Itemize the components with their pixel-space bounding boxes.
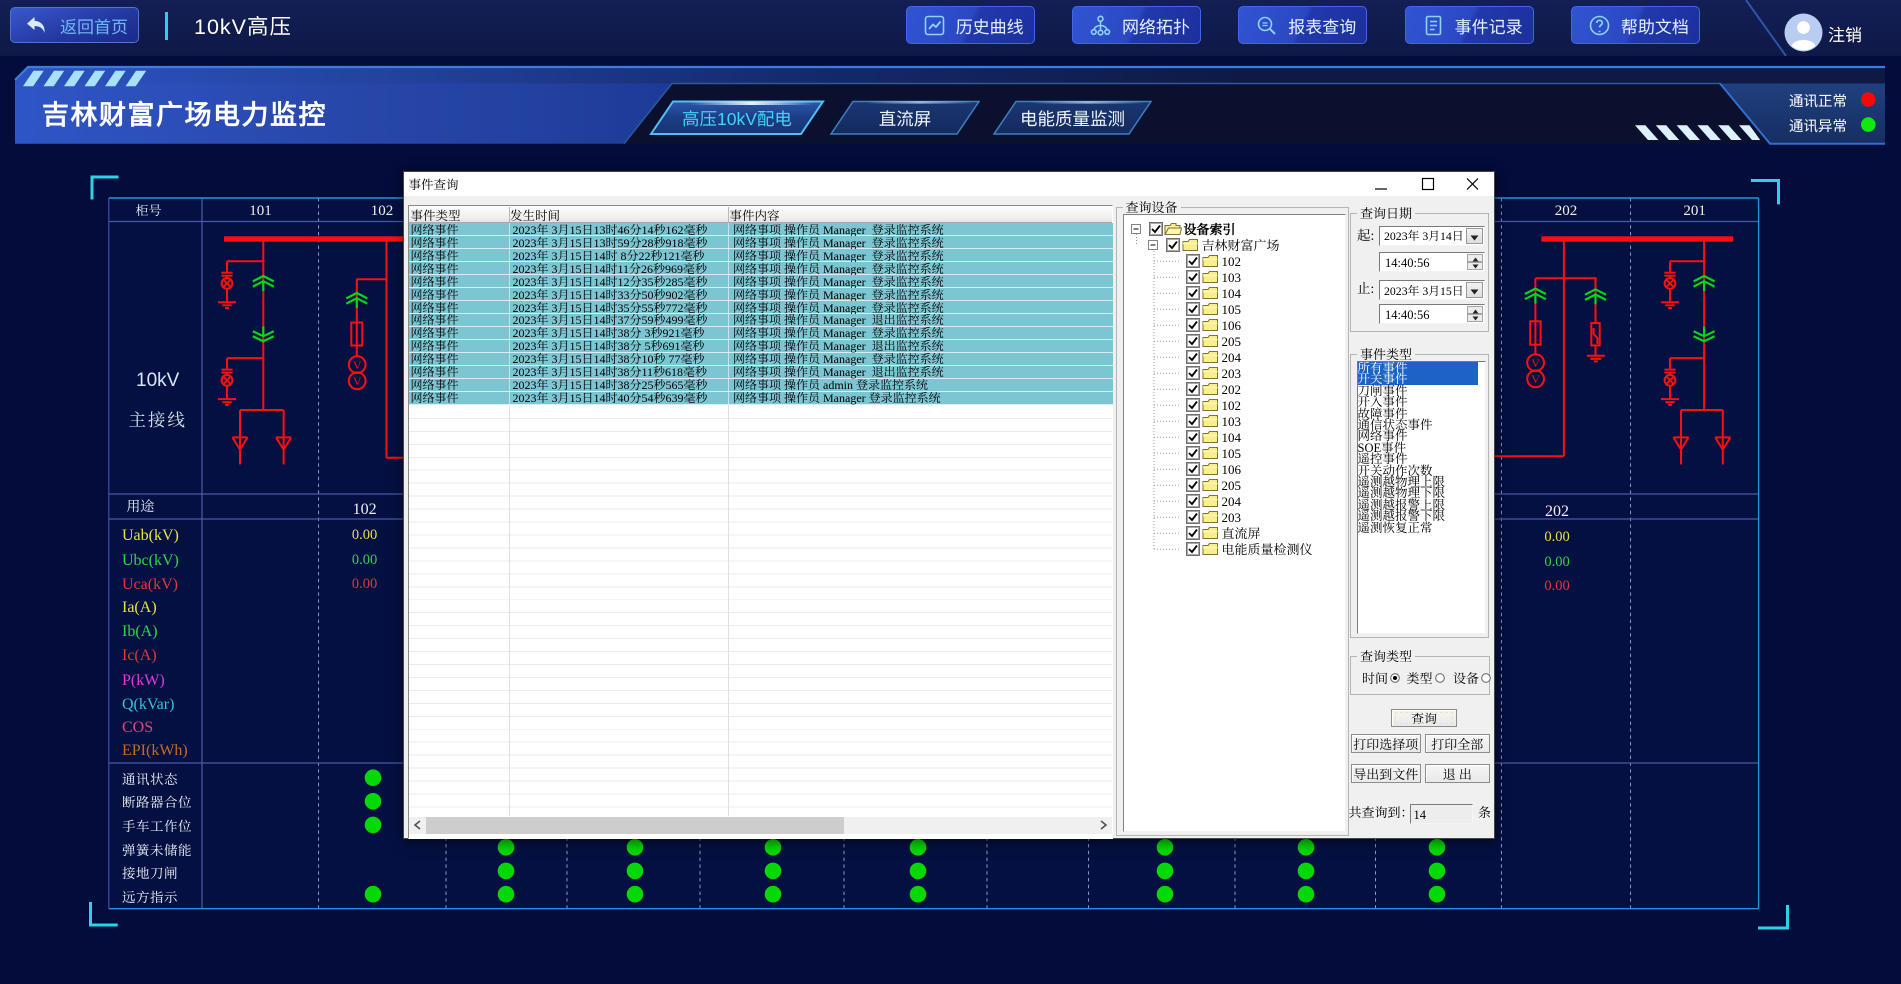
svg-text:V: V <box>1531 356 1540 370</box>
svg-text:V: V <box>1531 372 1540 386</box>
svg-text:V: V <box>353 358 362 372</box>
svg-text:V: V <box>353 374 362 388</box>
